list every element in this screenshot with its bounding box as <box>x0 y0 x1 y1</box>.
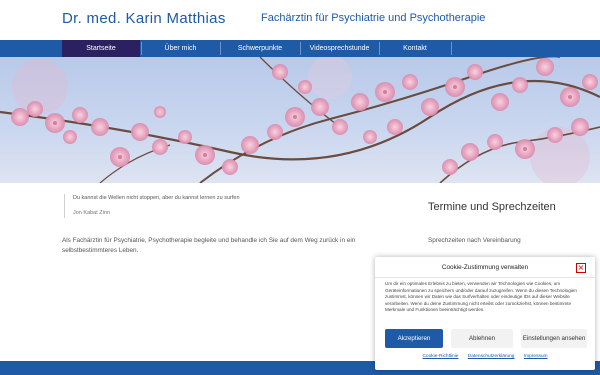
site-subtitle: Fachärztin für Psychiatrie und Psychothe… <box>261 12 486 24</box>
imprint-link[interactable]: Impressum <box>524 354 548 359</box>
hero-image-cherry-blossoms <box>0 57 600 183</box>
nav-item-ueber-mich[interactable]: Über mich <box>142 40 219 57</box>
cookie-dialog-title: Cookie-Zustimmung verwalten <box>441 264 529 271</box>
intro-text: Als Fachärztin für Psychiatrie, Psychoth… <box>62 237 356 254</box>
cherry-blossom-illustration <box>0 57 600 183</box>
cookie-links: Cookie-Richtlinie Datenschutzerklärung I… <box>375 354 595 359</box>
accept-button[interactable]: Akzeptieren <box>385 329 443 348</box>
cookie-policy-link[interactable]: Cookie-Richtlinie <box>422 354 458 359</box>
nav-divider <box>451 42 452 55</box>
site-title[interactable]: Dr. med. Karin Matthias <box>62 10 226 27</box>
quote-block: Du kannst die Wellen nicht stoppen, aber… <box>64 194 394 218</box>
divider <box>375 277 595 278</box>
view-settings-button[interactable]: Einstellungen ansehen <box>521 329 587 348</box>
nav-item-videosprechstunde[interactable]: Videosprechstunde <box>301 40 378 57</box>
nav-item-kontakt[interactable]: Kontakt <box>380 40 450 57</box>
cookie-dialog-text: Um dir ein optimales Erlebnis zu bieten,… <box>385 281 577 312</box>
close-icon[interactable]: × <box>576 263 586 273</box>
quote-author: Jon Kabat Zinn <box>73 210 110 216</box>
sidebar-title: Termine und Sprechzeiten <box>428 201 556 213</box>
main-nav: Startseite Über mich Schwerpunkte Videos… <box>0 40 600 57</box>
nav-item-startseite[interactable]: Startseite <box>62 40 140 57</box>
deny-button[interactable]: Ablehnen <box>451 329 513 348</box>
sidebar-text: Sprechzeiten nach Vereinbarung <box>428 237 521 244</box>
quote-text: Du kannst die Wellen nicht stoppen, aber… <box>73 195 240 201</box>
privacy-policy-link[interactable]: Datenschutzerklärung <box>468 354 515 359</box>
site-header: Dr. med. Karin Matthias Fachärztin für P… <box>0 0 600 40</box>
cookie-consent-dialog: Cookie-Zustimmung verwalten × Um dir ein… <box>375 257 595 370</box>
nav-item-schwerpunkte[interactable]: Schwerpunkte <box>221 40 299 57</box>
